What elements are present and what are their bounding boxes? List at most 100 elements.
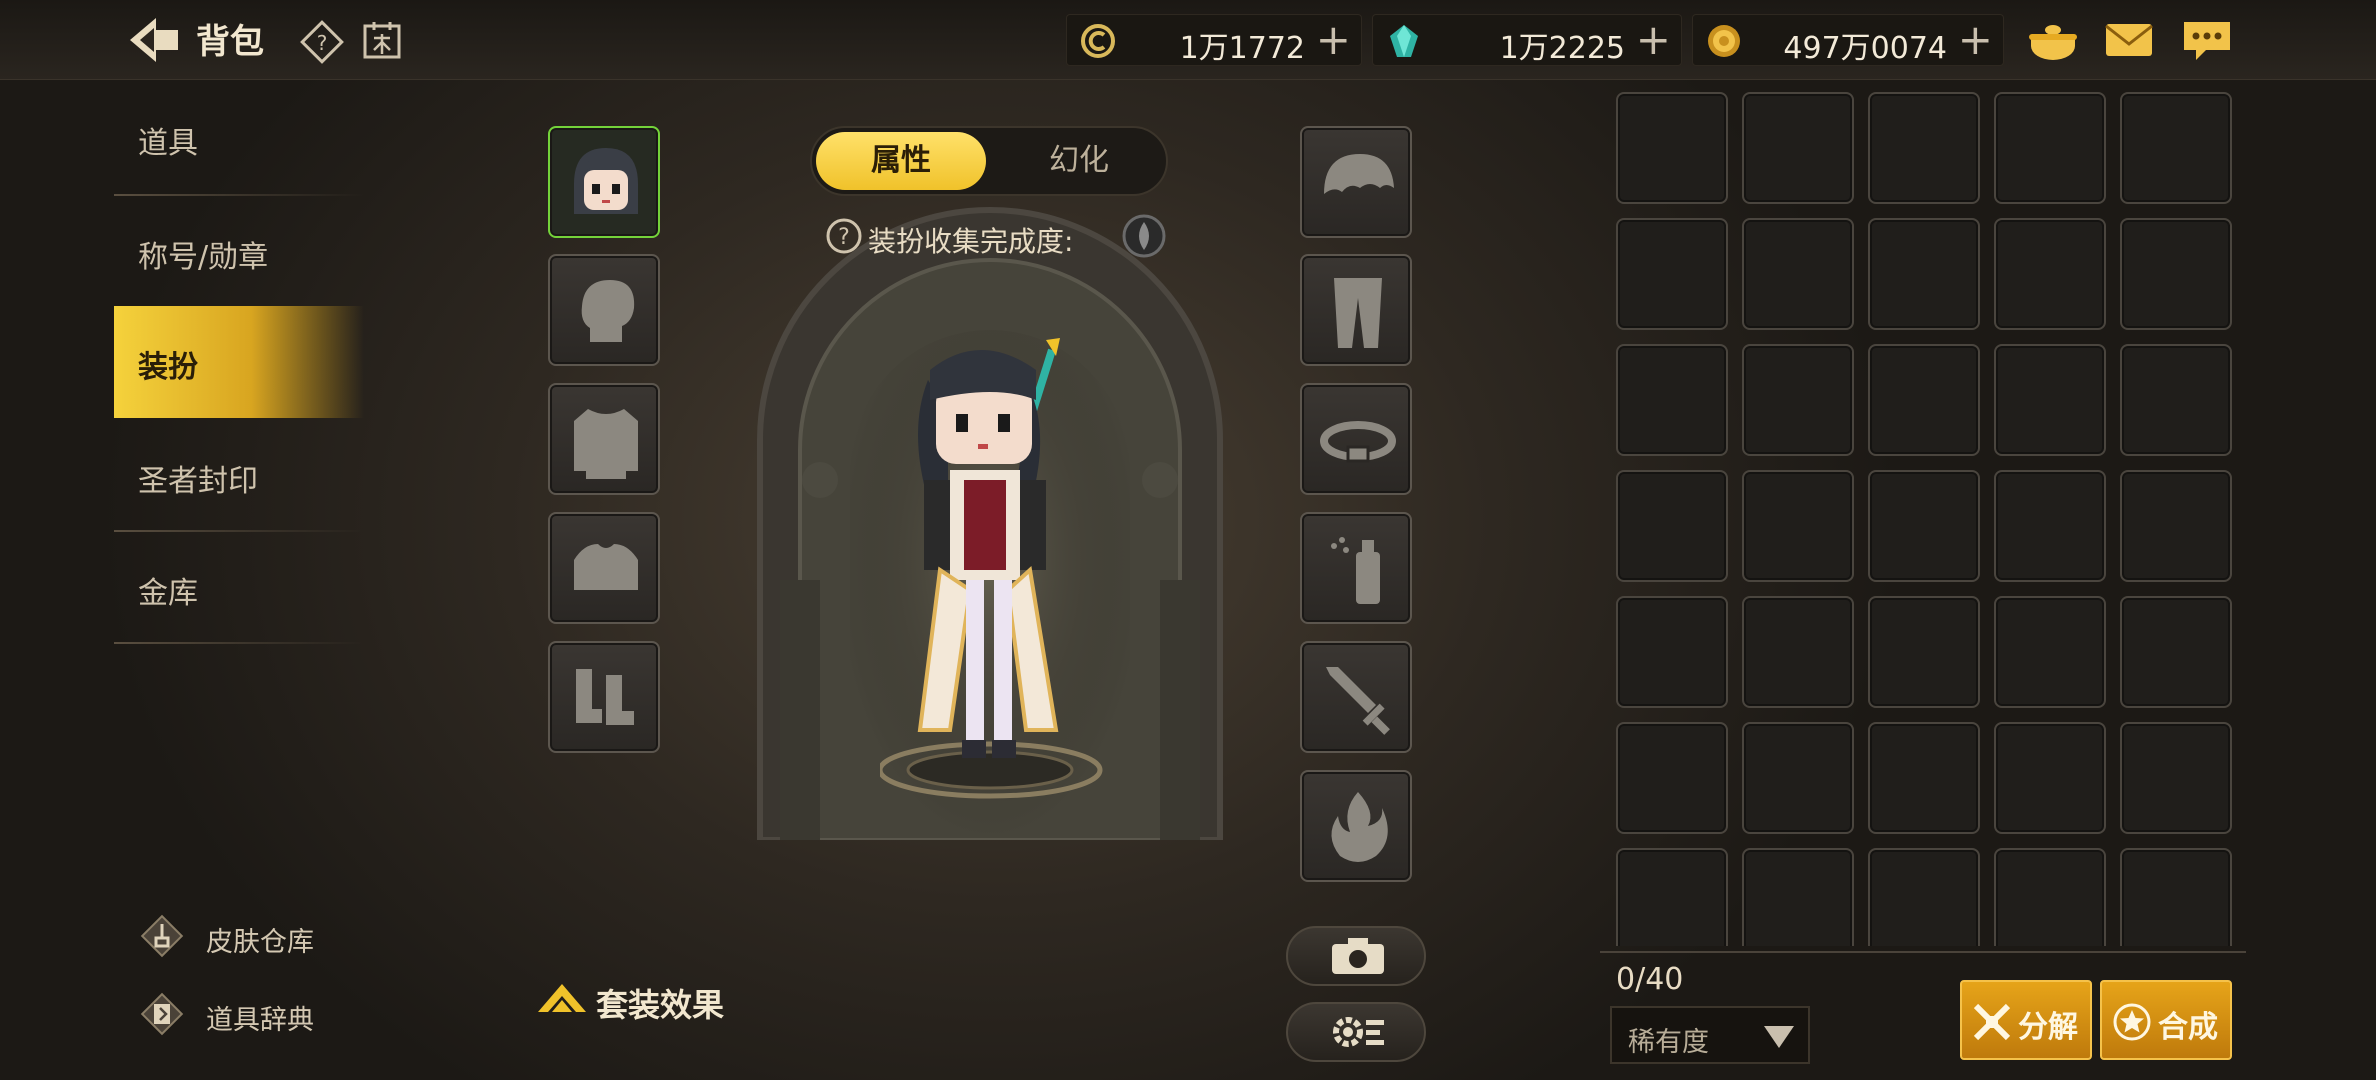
inventory-slot[interactable]	[2120, 92, 2232, 204]
hair-icon	[1324, 154, 1394, 194]
rarity-dropdown[interactable]: 稀有度	[1610, 1006, 1810, 1064]
calendar-icon[interactable]	[362, 20, 402, 60]
head-icon	[581, 280, 635, 342]
add-currency-button[interactable]: +	[1958, 16, 1993, 64]
inventory-slot[interactable]	[2120, 218, 2232, 330]
camera-button[interactable]	[1286, 926, 1426, 986]
decompose-button[interactable]: 分解	[1960, 980, 2092, 1060]
grade-badge-icon[interactable]	[1120, 212, 1168, 260]
synthesize-button[interactable]: 合成	[2100, 980, 2232, 1060]
aura-slot[interactable]	[1300, 770, 1412, 882]
weapon-slot[interactable]	[1300, 641, 1412, 753]
inventory-slot[interactable]	[2120, 848, 2232, 946]
inventory-slot[interactable]	[1868, 722, 1980, 834]
divider	[1600, 951, 2246, 953]
sidebar-item-avatar[interactable]: 装扮	[114, 306, 364, 418]
currency-coin: 1万1772 +	[1066, 14, 1362, 66]
sidebar-item-label: 道具	[138, 126, 198, 161]
set-effect-toggle[interactable]: 套装效果	[536, 976, 756, 1026]
brush-icon	[140, 914, 184, 958]
add-currency-button[interactable]: +	[1636, 16, 1671, 64]
inventory-slot[interactable]	[1742, 218, 1854, 330]
inventory-slot[interactable]	[1616, 218, 1728, 330]
currency-value: 1万1772	[1179, 31, 1305, 66]
inventory-slot[interactable]	[1868, 470, 1980, 582]
inventory-slot[interactable]	[1868, 596, 1980, 708]
belt-slot[interactable]	[1300, 383, 1412, 495]
currency-value: 497万0074	[1783, 31, 1947, 66]
link-label: 道具辞典	[206, 1005, 314, 1036]
inventory-slot[interactable]	[1616, 722, 1728, 834]
inventory-slot[interactable]	[2120, 722, 2232, 834]
sidebar-item-label: 装扮	[138, 350, 198, 385]
inventory-slot[interactable]	[1616, 848, 1728, 946]
shoes-slot[interactable]	[548, 641, 660, 753]
inventory-slot[interactable]	[1616, 344, 1728, 456]
inventory-slot[interactable]	[1868, 344, 1980, 456]
chat-icon[interactable]	[2180, 16, 2234, 64]
inventory-slot[interactable]	[1742, 92, 1854, 204]
inventory-slot[interactable]	[1742, 848, 1854, 946]
inventory-slot[interactable]	[1616, 470, 1728, 582]
item-dictionary-link[interactable]: 道具辞典	[136, 984, 336, 1040]
pants-slot[interactable]	[1300, 254, 1412, 366]
top-slot[interactable]	[548, 383, 660, 495]
inventory-slot[interactable]	[1994, 218, 2106, 330]
decompose-icon	[1973, 1003, 2011, 1041]
currency-gem: 1万2225 +	[1372, 14, 1682, 66]
inventory-slot[interactable]	[1868, 218, 1980, 330]
inventory-slot[interactable]	[1742, 470, 1854, 582]
inventory-slot[interactable]	[1868, 92, 1980, 204]
head-slot[interactable]	[548, 254, 660, 366]
sidebar-item-vault[interactable]: 金库	[114, 532, 364, 644]
synthesize-label: 合成	[2158, 1010, 2218, 1045]
character-portrait-slot[interactable]	[548, 126, 660, 238]
add-currency-button[interactable]: +	[1316, 16, 1351, 64]
pants-icon	[1334, 278, 1382, 348]
tab-switcher: 属性 幻化	[810, 126, 1168, 196]
inventory-slot[interactable]	[1994, 722, 2106, 834]
inventory-slot[interactable]	[1994, 848, 2106, 946]
inventory-grid	[1616, 92, 2236, 946]
character-avatar	[880, 338, 1103, 799]
spray-slot[interactable]	[1300, 512, 1412, 624]
inventory-slot[interactable]	[2120, 470, 2232, 582]
inventory-slot[interactable]	[1868, 848, 1980, 946]
hair-slot[interactable]	[1300, 126, 1412, 238]
pot-icon[interactable]	[2026, 16, 2080, 64]
link-label: 皮肤仓库	[206, 927, 314, 958]
inventory-slot[interactable]	[1742, 722, 1854, 834]
inventory-slot[interactable]	[1742, 596, 1854, 708]
inventory-slot[interactable]	[1616, 92, 1728, 204]
gem-icon	[1390, 25, 1418, 57]
inventory-slot[interactable]	[1994, 596, 2106, 708]
tab-transmog[interactable]: 幻化	[994, 132, 1164, 190]
gear-list-icon	[1333, 1017, 1384, 1047]
back-arrow-icon[interactable]	[126, 14, 182, 66]
sidebar-item-seal[interactable]: 圣者封印	[114, 420, 364, 532]
inventory-count: 0/40	[1616, 962, 1684, 997]
shoulder-slot[interactable]	[548, 512, 660, 624]
flame-icon	[1331, 792, 1388, 862]
skin-storage-link[interactable]: 皮肤仓库	[136, 906, 336, 962]
inventory-slot[interactable]	[1616, 596, 1728, 708]
question-icon[interactable]: ?	[824, 216, 864, 256]
mail-icon[interactable]	[2102, 16, 2156, 64]
svg-text:?: ?	[838, 225, 850, 250]
sidebar-item-titles[interactable]: 称号/勋章	[114, 196, 364, 308]
inventory-slot[interactable]	[1742, 344, 1854, 456]
inventory-slot[interactable]	[2120, 344, 2232, 456]
inventory-slot[interactable]	[1994, 470, 2106, 582]
sidebar-item-items[interactable]: 道具	[114, 82, 364, 194]
triangle-down-icon	[1764, 1026, 1794, 1048]
boots-icon	[576, 669, 634, 725]
gold-coin-icon	[1708, 25, 1740, 57]
sidebar-item-label: 金库	[138, 576, 198, 611]
tab-attributes[interactable]: 属性	[816, 132, 986, 190]
inventory-slot[interactable]	[1994, 92, 2106, 204]
inventory-slot[interactable]	[2120, 596, 2232, 708]
inventory-slot[interactable]	[1994, 344, 2106, 456]
shoulder-icon	[574, 544, 638, 590]
help-icon[interactable]: ?	[300, 20, 344, 64]
display-settings-button[interactable]	[1286, 1002, 1426, 1062]
